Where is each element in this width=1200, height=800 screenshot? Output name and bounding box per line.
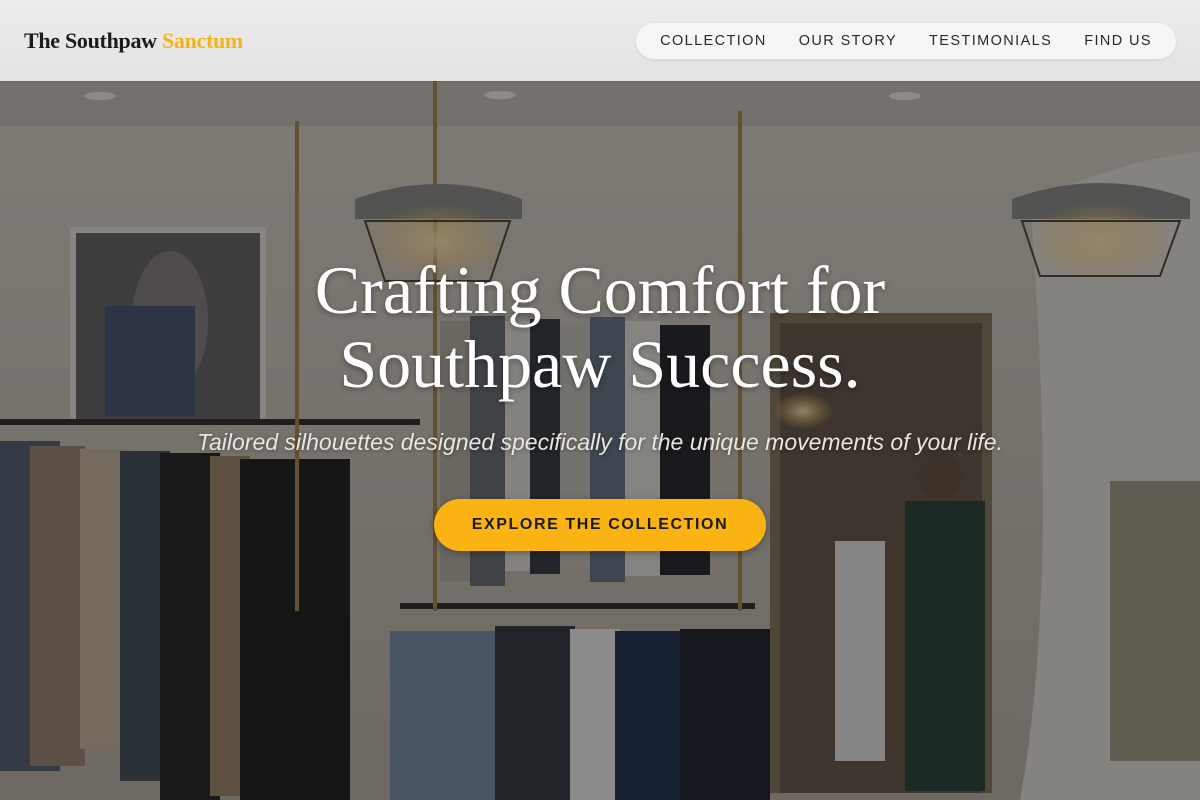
- nav-link-testimonials[interactable]: TESTIMONIALS: [913, 33, 1068, 49]
- brand-name-main[interactable]: The Southpaw: [24, 28, 157, 53]
- site-header: The Southpaw Sanctum COLLECTION OUR STOR…: [0, 0, 1200, 81]
- hero-title-line-1: Crafting Comfort for: [314, 252, 886, 328]
- hero-title-line-2: Southpaw Success.: [339, 326, 861, 402]
- nav-link-our-story[interactable]: OUR STORY: [783, 33, 913, 49]
- hero-section: Crafting Comfort for Southpaw Success. T…: [0, 81, 1200, 800]
- explore-collection-button[interactable]: EXPLORE THE COLLECTION: [434, 499, 766, 551]
- nav-link-collection[interactable]: COLLECTION: [644, 33, 783, 49]
- brand-logo[interactable]: The Southpaw Sanctum: [24, 28, 243, 54]
- hero-title: Crafting Comfort for Southpaw Success.: [250, 253, 950, 401]
- main-nav: COLLECTION OUR STORY TESTIMONIALS FIND U…: [636, 22, 1176, 59]
- hero-subtitle: Tailored silhouettes designed specifical…: [197, 429, 1003, 455]
- brand-name-accent[interactable]: Sanctum: [162, 28, 243, 53]
- nav-link-find-us[interactable]: FIND US: [1068, 33, 1168, 49]
